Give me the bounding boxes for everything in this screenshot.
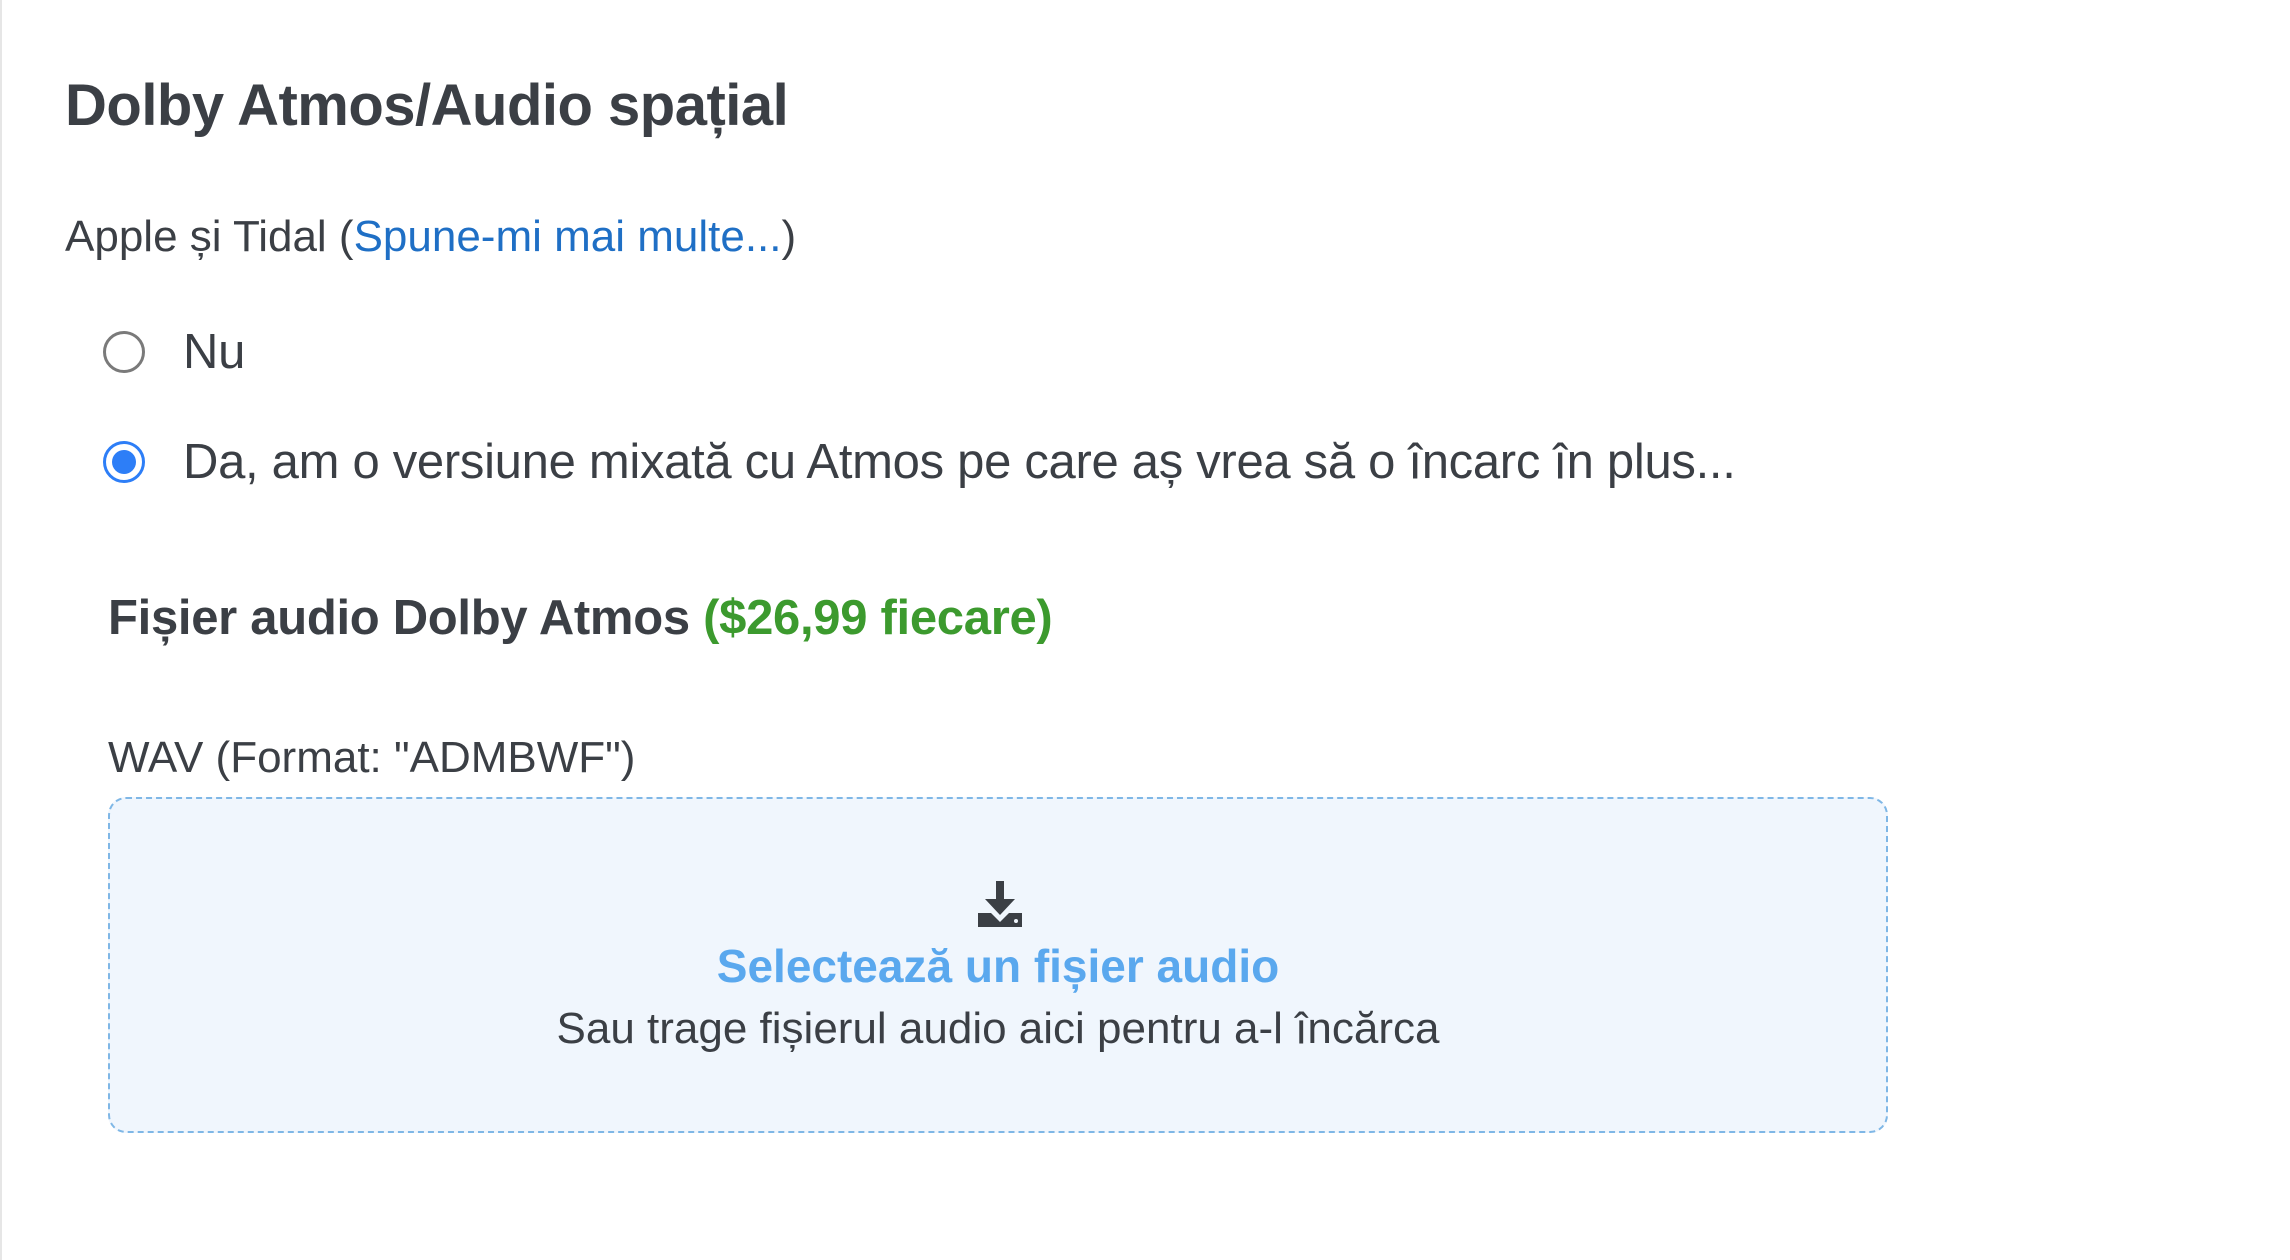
format-label: WAV (Format: "ADMBWF") [108,733,636,782]
dropzone-hint: Sau trage fișierul audio aici pentru a-l… [556,1004,1440,1053]
file-heading: Fișier audio Dolby Atmos ($26,99 fiecare… [108,590,1053,646]
option-yes[interactable]: Da, am o versiune mixată cu Atmos pe car… [103,434,1736,490]
file-heading-label: Fișier audio Dolby Atmos [108,591,690,645]
download-icon [978,881,1022,927]
option-no[interactable]: Nu [103,324,245,380]
section-title: Dolby Atmos/Audio spațial [65,73,789,138]
platforms-note: Apple și Tidal (Spune-mi mai multe...) [65,212,796,262]
learn-more-link[interactable]: Spune-mi mai multe... [354,212,782,261]
platforms-note-suffix: ) [781,212,797,261]
option-no-label[interactable]: Nu [183,324,245,380]
select-audio-file-button[interactable]: Selectează un fișier audio [110,939,1886,993]
audio-dropzone[interactable]: Selectează un fișier audio Sau trage fiș… [108,797,1888,1133]
radio-yes[interactable] [103,441,145,483]
platforms-note-prefix: Apple și Tidal ( [65,212,354,261]
price-label: ($26,99 fiecare) [703,591,1053,645]
option-yes-label[interactable]: Da, am o versiune mixată cu Atmos pe car… [183,434,1736,490]
atmos-upload-panel: Dolby Atmos/Audio spațial Apple și Tidal… [0,0,2290,1260]
radio-no[interactable] [103,331,145,373]
